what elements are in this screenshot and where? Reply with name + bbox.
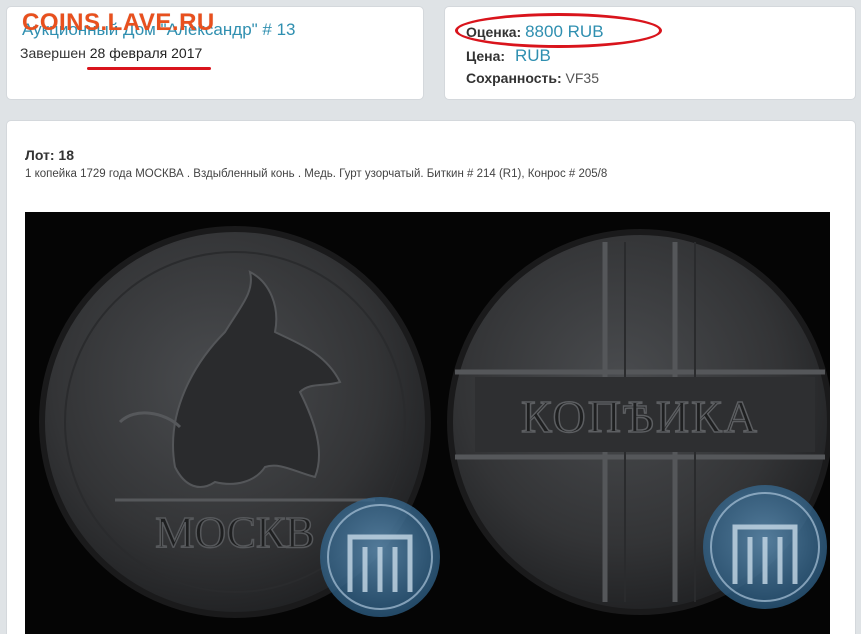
condition-label: Сохранность: <box>466 70 562 86</box>
coin-photo-svg: МОСКВ КОПѢИКА <box>25 212 830 634</box>
site-watermark: COINS.LAVE.RU <box>22 9 215 36</box>
coin-photo[interactable]: МОСКВ КОПѢИКА <box>25 212 830 634</box>
price-label: Цена: <box>466 48 506 64</box>
ended-date: 28 февраля 2017 <box>89 45 203 61</box>
red-oval-annotation <box>455 13 662 48</box>
condition-row: Сохранность: VF35 <box>466 70 599 86</box>
reverse-legend: КОПѢИКА <box>521 391 759 442</box>
ended-prefix: Завершен <box>20 45 86 61</box>
condition-value: VF35 <box>565 70 599 86</box>
price-row: Цена: RUB <box>466 46 551 66</box>
watermark-logo-left <box>320 497 440 617</box>
obverse-legend: МОСКВ <box>155 508 314 557</box>
red-underline-annotation <box>87 67 211 70</box>
price-value: RUB <box>514 46 551 65</box>
auction-ended-date: Завершен 28 февраля 2017 <box>20 45 202 61</box>
lot-number: Лот: 18 <box>25 147 75 163</box>
lot-description: 1 копейка 1729 года МОСКВА . Вздыбленный… <box>25 168 608 180</box>
watermark-logo-right <box>703 485 827 609</box>
